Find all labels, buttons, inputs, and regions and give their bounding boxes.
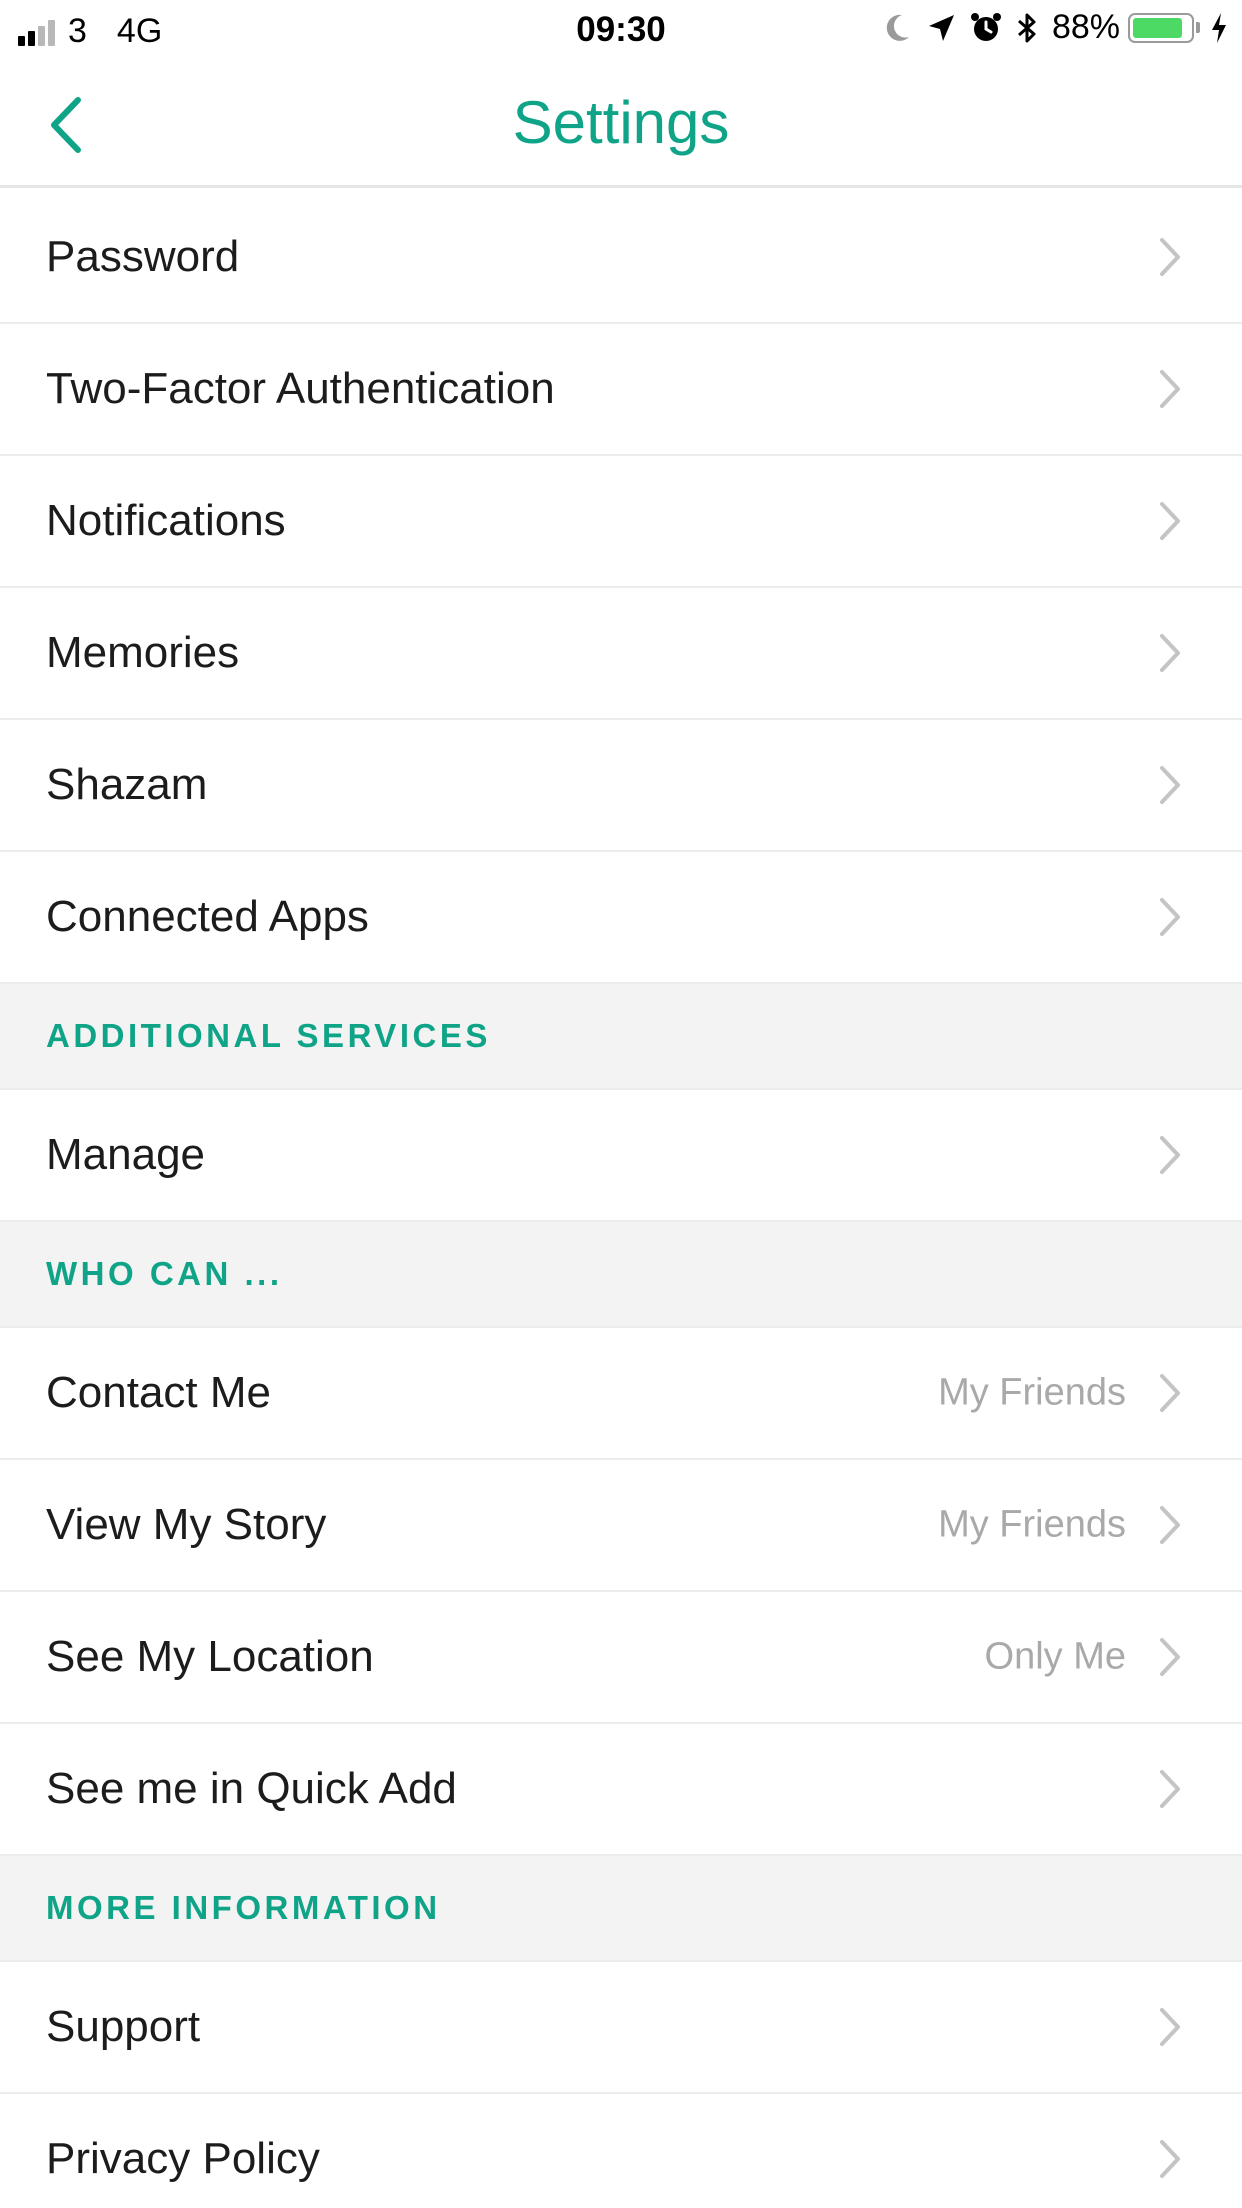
chevron-right-icon <box>1156 2137 1184 2181</box>
see-me-in-quick-add-row[interactable]: See me in Quick Add <box>0 1724 1242 1856</box>
manage-row[interactable]: Manage <box>0 1090 1242 1222</box>
bluetooth-icon <box>1016 11 1038 45</box>
chevron-right-icon <box>1156 1767 1184 1811</box>
notifications-row[interactable]: Notifications <box>0 456 1242 588</box>
row-label: View My Story <box>46 1500 327 1549</box>
view-my-story-row[interactable]: View My Story My Friends <box>0 1460 1242 1592</box>
moon-icon <box>882 12 912 44</box>
section-header-who-can: WHO CAN ... <box>0 1222 1242 1328</box>
row-label: Support <box>46 2002 201 2051</box>
row-label: See My Location <box>46 1632 374 1681</box>
row-label: See me in Quick Add <box>46 1764 457 1813</box>
two-factor-authentication-row[interactable]: Two-Factor Authentication <box>0 324 1242 456</box>
section-header-more-information: MORE INFORMATION <box>0 1856 1242 1962</box>
page-title: Settings <box>512 89 730 156</box>
chevron-right-icon <box>1156 2005 1184 2049</box>
password-row[interactable]: Password <box>0 192 1242 324</box>
row-value: My Friends <box>938 1503 1126 1546</box>
row-value: Only Me <box>984 1635 1126 1678</box>
row-label: Memories <box>46 628 240 677</box>
support-row[interactable]: Support <box>0 1962 1242 2094</box>
status-bar: 3 4G 09:30 88% <box>0 0 1242 62</box>
alarm-icon <box>970 11 1002 45</box>
section-title: MORE INFORMATION <box>46 1889 441 1926</box>
settings-screen: 3 4G 09:30 88% Settings Password Two-Fac… <box>0 0 1242 2208</box>
battery-percent: 88% <box>1051 8 1120 46</box>
row-label: Privacy Policy <box>46 2134 320 2183</box>
row-label: Password <box>46 232 240 281</box>
row-label: Two-Factor Authentication <box>46 364 555 413</box>
chevron-right-icon <box>1156 763 1184 807</box>
row-label: Manage <box>46 1130 206 1179</box>
memories-row[interactable]: Memories <box>0 588 1242 720</box>
shazam-row[interactable]: Shazam <box>0 720 1242 852</box>
section-title: ADDITIONAL SERVICES <box>46 1017 491 1054</box>
chevron-right-icon <box>1156 631 1184 675</box>
privacy-policy-row[interactable]: Privacy Policy <box>0 2094 1242 2208</box>
section-title: WHO CAN ... <box>46 1255 283 1292</box>
location-arrow-icon <box>926 12 956 44</box>
row-label: Shazam <box>46 760 208 809</box>
chevron-right-icon <box>1156 1371 1184 1415</box>
section-header-additional-services: ADDITIONAL SERVICES <box>0 984 1242 1090</box>
charging-bolt-icon <box>1210 12 1228 44</box>
chevron-right-icon <box>1156 1133 1184 1177</box>
contact-me-row[interactable]: Contact Me My Friends <box>0 1328 1242 1460</box>
row-label: Notifications <box>46 496 286 545</box>
chevron-right-icon <box>1156 1635 1184 1679</box>
row-value: My Friends <box>938 1371 1126 1414</box>
see-my-location-row[interactable]: See My Location Only Me <box>0 1592 1242 1724</box>
chevron-right-icon <box>1156 1503 1184 1547</box>
row-label: Contact Me <box>46 1368 271 1417</box>
row-label: Connected Apps <box>46 892 369 941</box>
chevron-right-icon <box>1156 499 1184 543</box>
chevron-right-icon <box>1156 895 1184 939</box>
status-right: 88% <box>868 8 1228 47</box>
connected-apps-row[interactable]: Connected Apps <box>0 852 1242 984</box>
settings-list: Password Two-Factor Authentication Notif… <box>0 192 1242 2208</box>
battery-icon <box>1128 12 1200 43</box>
nav-bar: Settings <box>0 62 1242 188</box>
chevron-right-icon <box>1156 367 1184 411</box>
chevron-right-icon <box>1156 235 1184 279</box>
